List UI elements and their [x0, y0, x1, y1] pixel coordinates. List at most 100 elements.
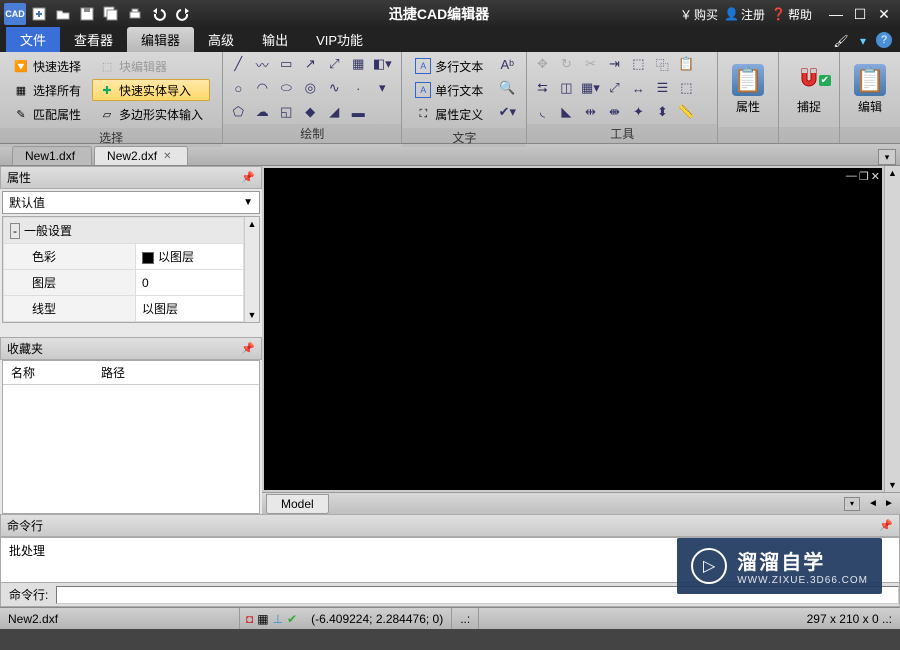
- rotate-icon[interactable]: ↻: [557, 55, 575, 73]
- quick-select-button[interactable]: 🔽快速选择: [6, 55, 88, 77]
- dropdown-icon[interactable]: ▾: [854, 32, 872, 50]
- fillet-icon[interactable]: ◟: [533, 103, 551, 121]
- fav-col-path[interactable]: 路径: [93, 361, 133, 384]
- trim-icon[interactable]: ✂: [581, 55, 599, 73]
- new-icon[interactable]: [28, 3, 50, 25]
- pin-icon[interactable]: 📌: [241, 342, 255, 355]
- minimize-icon[interactable]: —: [826, 4, 846, 24]
- chamfer-icon[interactable]: ◣: [557, 103, 575, 121]
- props-button[interactable]: 📋 属性: [724, 55, 772, 124]
- redo-icon[interactable]: [172, 3, 194, 25]
- text-find-icon[interactable]: 🔍: [498, 79, 516, 97]
- explode-icon[interactable]: ✦: [629, 103, 647, 121]
- buy-button[interactable]: ￥购买: [680, 6, 718, 23]
- prop-scrollbar[interactable]: ▲▼: [244, 217, 259, 322]
- polyline-icon[interactable]: 〰: [253, 55, 271, 73]
- save-icon[interactable]: [76, 3, 98, 25]
- text-spell-icon[interactable]: ✔▾: [498, 103, 516, 121]
- grid-toggle-icon[interactable]: ▦: [257, 612, 268, 626]
- scroll-up-icon[interactable]: ▲: [245, 217, 258, 231]
- layers-icon[interactable]: ☰: [653, 79, 671, 97]
- tabs-dropdown-icon[interactable]: ▾: [878, 149, 896, 165]
- snap-toggle-icon[interactable]: ◘: [246, 612, 253, 626]
- text-style-icon[interactable]: Aᵇ: [498, 55, 516, 73]
- scroll-left-icon[interactable]: ◄: [866, 498, 880, 509]
- canvas-vscroll[interactable]: ▲▼: [884, 166, 900, 492]
- info-icon[interactable]: ?: [876, 32, 892, 48]
- edit-button[interactable]: 📋 编辑: [846, 55, 894, 124]
- tab-output[interactable]: 输出: [248, 27, 302, 52]
- polygon-entity-input-button[interactable]: ▱多边形实体输入: [92, 103, 210, 125]
- saveall-icon[interactable]: [100, 3, 122, 25]
- solid-icon[interactable]: ◆: [301, 103, 319, 121]
- align-icon[interactable]: ⬍: [653, 103, 671, 121]
- prop-section[interactable]: -一般设置: [4, 218, 244, 244]
- app-logo-icon[interactable]: CAD: [4, 3, 26, 25]
- move-icon[interactable]: ✥: [533, 55, 551, 73]
- join-icon[interactable]: ⇼: [605, 103, 623, 121]
- offset-icon[interactable]: ◫: [557, 79, 575, 97]
- tab-vip[interactable]: VIP功能: [302, 27, 377, 52]
- layout-dropdown-icon[interactable]: ▾: [844, 497, 860, 511]
- mirror-icon[interactable]: ⮀: [533, 79, 551, 97]
- props-panel-header[interactable]: 属性📌: [0, 166, 262, 189]
- register-button[interactable]: 👤注册: [724, 6, 765, 23]
- pin-icon[interactable]: 📌: [241, 171, 255, 184]
- prop-row[interactable]: 图层0: [4, 270, 244, 296]
- fav-panel-header[interactable]: 收藏夹📌: [0, 337, 262, 360]
- revcloud-icon[interactable]: ☁: [253, 103, 271, 121]
- help-button[interactable]: ❓帮助: [771, 6, 812, 23]
- stext-button[interactable]: A单行文本: [408, 79, 490, 101]
- tab-editor[interactable]: 编辑器: [127, 27, 194, 52]
- attdef-button[interactable]: ⛶属性定义: [408, 103, 490, 125]
- more-draw-icon[interactable]: ▾: [373, 79, 391, 97]
- scroll-right-icon[interactable]: ►: [882, 498, 896, 509]
- brush-icon[interactable]: 🖌: [832, 32, 850, 50]
- tab-close-icon[interactable]: ✕: [163, 151, 171, 162]
- doc-tab[interactable]: New1.dxf: [12, 146, 92, 165]
- spline-icon[interactable]: ∿: [325, 79, 343, 97]
- select-all-button[interactable]: ▦选择所有: [6, 79, 88, 101]
- canvas-restore-icon[interactable]: ❐: [859, 170, 869, 183]
- measure-icon[interactable]: 📏: [677, 103, 695, 121]
- ray-icon[interactable]: ↗: [301, 55, 319, 73]
- 3dface-icon[interactable]: ◢: [325, 103, 343, 121]
- scroll-down-icon[interactable]: ▼: [885, 478, 900, 492]
- model-tab[interactable]: Model: [266, 494, 329, 514]
- open-icon[interactable]: [52, 3, 74, 25]
- hatch-icon[interactable]: ▦: [349, 55, 367, 73]
- match-props-button[interactable]: ✎匹配属性: [6, 103, 88, 125]
- pin-icon[interactable]: 📌: [879, 519, 893, 532]
- copy-tool-icon[interactable]: ⿻: [653, 55, 671, 73]
- snap-button[interactable]: 捕捉: [785, 55, 833, 124]
- scale-icon[interactable]: ⤢: [605, 79, 623, 97]
- doc-tab[interactable]: New2.dxf✕: [94, 146, 188, 165]
- tab-viewer[interactable]: 查看器: [60, 27, 127, 52]
- undo-icon[interactable]: [148, 3, 170, 25]
- mtext-button[interactable]: A多行文本: [408, 55, 490, 77]
- ortho-toggle-icon[interactable]: ⊥: [273, 612, 283, 626]
- point-icon[interactable]: ·: [349, 79, 367, 97]
- paste-tool-icon[interactable]: 📋: [677, 55, 695, 73]
- arc-icon[interactable]: ◠: [253, 79, 271, 97]
- selbox-icon[interactable]: ⬚: [629, 55, 647, 73]
- wipeout-icon[interactable]: ▬: [349, 103, 367, 121]
- cmd-panel-header[interactable]: 命令行📌: [0, 514, 900, 537]
- tab-advanced[interactable]: 高级: [194, 27, 248, 52]
- tab-file[interactable]: 文件: [6, 27, 60, 52]
- block-editor-button[interactable]: ⬚块编辑器: [92, 55, 210, 77]
- polar-toggle-icon[interactable]: ✔: [287, 612, 297, 626]
- boundary-icon[interactable]: ◱: [277, 103, 295, 121]
- canvas-min-icon[interactable]: —: [846, 170, 857, 183]
- polygon-draw-icon[interactable]: ⬠: [229, 103, 247, 121]
- group-tool-icon[interactable]: ⬚: [677, 79, 695, 97]
- scroll-down-icon[interactable]: ▼: [245, 308, 258, 322]
- maximize-icon[interactable]: ☐: [850, 4, 870, 24]
- props-default-dropdown[interactable]: 默认值▼: [2, 191, 260, 214]
- region-icon[interactable]: ◧▾: [373, 55, 391, 73]
- fav-col-name[interactable]: 名称: [3, 361, 93, 384]
- quick-entity-import-button[interactable]: ✚快速实体导入: [92, 79, 210, 101]
- canvas-close-icon[interactable]: ✕: [871, 170, 880, 183]
- prop-row[interactable]: 线型以图层: [4, 296, 244, 322]
- rect-icon[interactable]: ▭: [277, 55, 295, 73]
